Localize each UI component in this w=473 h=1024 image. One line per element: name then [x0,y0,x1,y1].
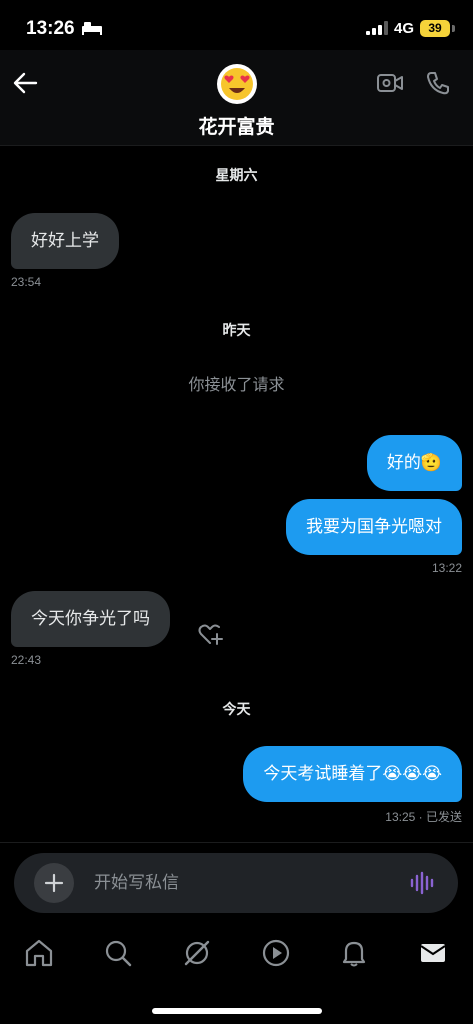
incoming-message[interactable]: 好好上学 [11,213,119,269]
contact-name[interactable]: 花开富贵 [0,112,473,139]
bottom-navigation [0,922,473,1024]
message-timestamp: 23:54 [11,275,42,289]
add-attachment-button[interactable] [34,863,74,903]
date-separator: 昨天 [222,323,251,339]
conversation-header: 花开富贵 [0,50,473,146]
heart-eyes-emoji-icon [221,68,253,100]
battery-tip [452,25,455,32]
messages-icon[interactable] [418,938,448,968]
outgoing-message[interactable]: 我要为国争光嗯对 [286,499,462,555]
home-icon[interactable] [24,938,54,968]
search-icon[interactable] [103,938,133,968]
outgoing-message[interactable]: 好的🫡 [366,435,462,491]
grok-icon[interactable] [182,938,212,968]
phone-call-icon[interactable] [425,70,451,96]
incoming-message[interactable]: 今天你争光了吗 [11,591,170,647]
date-separator: 今天 [222,702,251,718]
message-input[interactable]: 开始写私信 [14,853,458,913]
status-time: 13:26 [26,18,75,39]
add-reaction-icon[interactable] [197,622,223,646]
message-timestamp: 13:22 [431,561,462,575]
date-separator: 星期六 [215,168,258,184]
back-arrow-icon[interactable] [12,70,38,96]
notifications-icon[interactable] [339,938,369,968]
video-icon[interactable] [261,938,291,968]
battery-icon: 39 [420,20,450,37]
voice-message-icon[interactable] [410,871,436,895]
sleep-focus-icon [82,22,102,35]
composer-bar: 开始写私信 [0,842,473,922]
signal-icon [366,21,388,35]
outgoing-message[interactable]: 今天考试睡着了😭😭😭 [243,746,462,802]
message-placeholder[interactable]: 开始写私信 [94,853,179,913]
message-status: 13:25 · 已发送 [385,810,462,824]
plus-icon [44,873,64,893]
video-call-icon[interactable] [376,72,404,94]
avatar[interactable] [217,64,257,104]
system-message: 你接收了请求 [188,375,285,394]
network-type: 4G [394,20,415,37]
home-indicator [152,1008,322,1014]
message-timestamp: 22:43 [11,653,42,667]
